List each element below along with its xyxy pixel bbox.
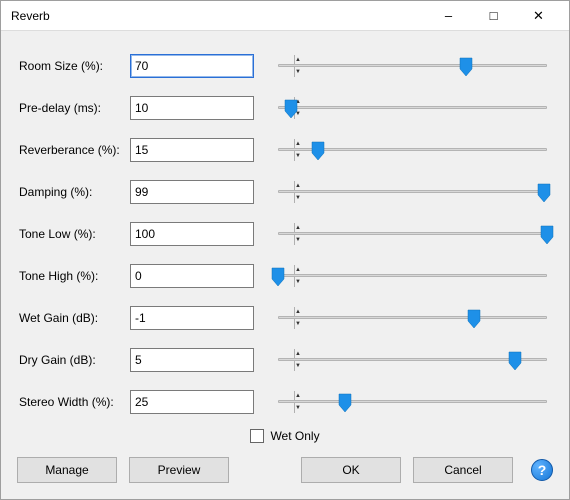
slider-thumb-icon[interactable] (271, 267, 285, 287)
slider-thumb-icon[interactable] (459, 57, 473, 77)
param-row: Tone Low (%):▲▼ (15, 213, 555, 255)
param-slider[interactable] (278, 265, 547, 287)
param-slider[interactable] (278, 223, 547, 245)
reverb-dialog: Reverb – □ ✕ Room Size (%):▲▼Pre-delay (… (0, 0, 570, 500)
slider-thumb-icon[interactable] (284, 99, 298, 119)
param-row: Reverberance (%):▲▼ (15, 129, 555, 171)
button-row: Manage Preview OK Cancel ? (15, 457, 555, 483)
slider-thumb-icon[interactable] (311, 141, 325, 161)
maximize-button[interactable]: □ (471, 2, 516, 30)
ok-button[interactable]: OK (301, 457, 401, 483)
param-label: Tone Low (%): (15, 227, 130, 241)
cancel-button[interactable]: Cancel (413, 457, 513, 483)
slider-thumb-icon[interactable] (338, 393, 352, 413)
param-spinbox[interactable]: ▲▼ (130, 96, 254, 120)
param-slider[interactable] (278, 55, 547, 77)
param-label: Pre-delay (ms): (15, 101, 130, 115)
help-button[interactable]: ? (531, 459, 553, 481)
param-slider[interactable] (278, 97, 547, 119)
param-spinbox[interactable]: ▲▼ (130, 222, 254, 246)
param-label: Wet Gain (dB): (15, 311, 130, 325)
wet-only-row: Wet Only (15, 423, 555, 449)
slider-track (278, 316, 547, 319)
param-row: Damping (%):▲▼ (15, 171, 555, 213)
param-label: Stereo Width (%): (15, 395, 130, 409)
param-label: Dry Gain (dB): (15, 353, 130, 367)
param-spinbox[interactable]: ▲▼ (130, 264, 254, 288)
slider-track (278, 274, 547, 277)
slider-thumb-icon[interactable] (540, 225, 554, 245)
param-label: Damping (%): (15, 185, 130, 199)
param-row: Dry Gain (dB):▲▼ (15, 339, 555, 381)
param-spinbox[interactable]: ▲▼ (130, 180, 254, 204)
param-row: Pre-delay (ms):▲▼ (15, 87, 555, 129)
param-row: Wet Gain (dB):▲▼ (15, 297, 555, 339)
param-row: Room Size (%):▲▼ (15, 45, 555, 87)
wet-only-label: Wet Only (270, 429, 319, 443)
slider-track (278, 190, 547, 193)
param-spinbox[interactable]: ▲▼ (130, 348, 254, 372)
close-button[interactable]: ✕ (516, 2, 561, 30)
slider-track (278, 232, 547, 235)
param-label: Reverberance (%): (15, 143, 130, 157)
preview-button[interactable]: Preview (129, 457, 229, 483)
window-title: Reverb (11, 9, 426, 23)
param-spinbox[interactable]: ▲▼ (130, 390, 254, 414)
slider-track (278, 64, 547, 67)
param-slider[interactable] (278, 181, 547, 203)
slider-thumb-icon[interactable] (537, 183, 551, 203)
minimize-button[interactable]: – (426, 2, 471, 30)
param-slider[interactable] (278, 139, 547, 161)
titlebar: Reverb – □ ✕ (1, 1, 569, 31)
param-spinbox[interactable]: ▲▼ (130, 138, 254, 162)
param-label: Room Size (%): (15, 59, 130, 73)
slider-track (278, 400, 547, 403)
slider-track (278, 358, 547, 361)
slider-thumb-icon[interactable] (508, 351, 522, 371)
param-slider[interactable] (278, 349, 547, 371)
param-spinbox[interactable]: ▲▼ (130, 306, 254, 330)
param-slider[interactable] (278, 391, 547, 413)
manage-button[interactable]: Manage (17, 457, 117, 483)
wet-only-checkbox[interactable] (250, 429, 264, 443)
dialog-content: Room Size (%):▲▼Pre-delay (ms):▲▼Reverbe… (1, 31, 569, 493)
param-label: Tone High (%): (15, 269, 130, 283)
slider-track (278, 106, 547, 109)
slider-thumb-icon[interactable] (467, 309, 481, 329)
param-row: Tone High (%):▲▼ (15, 255, 555, 297)
param-slider[interactable] (278, 307, 547, 329)
param-row: Stereo Width (%):▲▼ (15, 381, 555, 423)
slider-track (278, 148, 547, 151)
param-spinbox[interactable]: ▲▼ (130, 54, 254, 78)
